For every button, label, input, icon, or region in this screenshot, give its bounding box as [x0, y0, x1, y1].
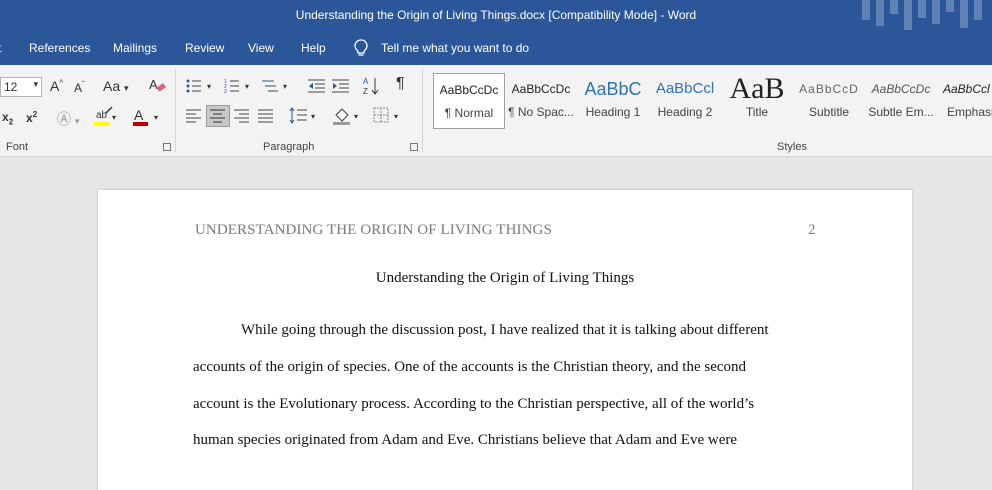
font-group-label: Font [6, 141, 29, 153]
change-case-button[interactable]: Aa ▾ [103, 78, 129, 94]
svg-text:Z: Z [363, 87, 368, 96]
page-number: 2 [808, 222, 816, 238]
svg-text:▾: ▾ [283, 82, 287, 91]
borders-icon[interactable]: ▾ [373, 107, 403, 125]
paragraph-dialog-launcher-icon[interactable] [410, 143, 418, 151]
style-sample: AaBbCcl [943, 82, 990, 96]
sort-icon[interactable]: AZ [363, 76, 379, 96]
clear-formatting-icon[interactable]: A [148, 76, 166, 94]
ribbon-tabs: t References Mailings Review View Help T… [0, 32, 992, 65]
tab-view[interactable]: View [248, 41, 274, 55]
tab-layout[interactable]: t [0, 41, 1, 55]
align-left-icon[interactable] [186, 109, 202, 123]
style-no-spacing[interactable]: AaBbCcDc ¶ No Spac... [505, 73, 577, 129]
align-right-icon[interactable] [234, 109, 250, 123]
chevron-down-icon: ▾ [33, 79, 38, 89]
style-name: Heading 2 [657, 105, 713, 119]
line-spacing-icon[interactable]: ▾ [289, 107, 319, 125]
document-title[interactable]: Understanding the Origin of Living Thing… [98, 270, 912, 287]
style-subtle-emphasis[interactable]: AaBbCcDc Subtle Em... [865, 73, 937, 129]
style-sample: AaBbCcDc [871, 82, 931, 96]
grow-font-icon[interactable]: A^ [50, 78, 63, 94]
font-dialog-launcher-icon[interactable] [163, 143, 171, 151]
ribbon: 12 ▾ A^ Aˇ Aa ▾ A x2 x2 Ⓐ ▾ ab ▾ A ▾ Font … [0, 65, 992, 157]
group-divider [422, 69, 423, 153]
lightbulb-icon[interactable] [354, 39, 368, 57]
style-subtitle[interactable]: AaBbCcD Subtitle [793, 73, 865, 129]
tab-mailings[interactable]: Mailings [113, 41, 157, 55]
svg-text:▾: ▾ [394, 112, 398, 121]
svg-text:ab: ab [96, 110, 108, 121]
style-name: Heading 1 [585, 105, 641, 119]
superscript-icon[interactable]: x2 [26, 110, 37, 125]
style-sample: AaBbC [584, 79, 642, 99]
show-formatting-marks-icon[interactable]: ¶ [396, 75, 405, 93]
bullets-icon[interactable]: ▾ [186, 78, 216, 94]
svg-text:▾: ▾ [354, 112, 358, 121]
font-size-value: 12 [4, 80, 18, 94]
style-normal[interactable]: AaBbCcDc ¶ Normal [433, 73, 505, 129]
style-heading-2[interactable]: AaBbCcl Heading 2 [649, 73, 721, 129]
style-sample: AaB [729, 73, 785, 105]
justify-icon[interactable] [258, 109, 274, 123]
style-name: Subtitle [808, 105, 850, 119]
title-bar: Understanding the Origin of Living Thing… [0, 0, 992, 32]
svg-text:A: A [149, 77, 158, 92]
style-sample: AaBbCcDc [439, 83, 499, 97]
highlight-color-icon[interactable]: ab ▾ [94, 107, 118, 127]
style-sample: AaBbCcD [799, 82, 859, 96]
tell-me-search[interactable]: Tell me what you want to do [381, 41, 529, 55]
window-title: Understanding the Origin of Living Thing… [295, 8, 697, 22]
numbering-icon[interactable]: 1 2 3 ▾ [224, 78, 254, 94]
titlebar-decoration [862, 0, 982, 30]
svg-text:A: A [134, 107, 144, 123]
styles-group-label: Styles [777, 141, 807, 153]
style-name: Title [745, 105, 769, 119]
running-header: UNDERSTANDING THE ORIGIN OF LIVING THING… [195, 222, 552, 238]
multilevel-list-icon[interactable]: ▾ [262, 78, 292, 94]
paragraph-group-label: Paragraph [263, 141, 315, 153]
style-name: ¶ No Spac... [508, 105, 574, 119]
font-size-box[interactable]: 12 ▾ [0, 77, 42, 97]
svg-text:A: A [363, 77, 369, 86]
body-line[interactable]: account is the Evolutionary process. Acc… [193, 396, 754, 413]
font-color-icon[interactable]: A ▾ [133, 107, 161, 127]
decrease-indent-icon[interactable] [308, 78, 326, 94]
body-line[interactable]: While going through the discussion post,… [241, 322, 769, 339]
tab-references[interactable]: References [29, 41, 90, 55]
style-sample: AaBbCcl [655, 80, 715, 97]
svg-text:▾: ▾ [245, 82, 249, 91]
align-center-icon[interactable] [206, 105, 230, 127]
body-line[interactable]: accounts of the origin of species. One o… [193, 359, 746, 376]
svg-text:▾: ▾ [207, 82, 211, 91]
document-canvas[interactable]: UNDERSTANDING THE ORIGIN OF LIVING THING… [0, 157, 992, 490]
style-heading-1[interactable]: AaBbC Heading 1 [577, 73, 649, 129]
style-name: Emphasis [947, 105, 992, 119]
style-name: Subtle Em... [868, 105, 934, 119]
increase-indent-icon[interactable] [332, 78, 350, 94]
body-line[interactable]: human species originated from Adam and E… [193, 432, 737, 449]
text-effects-icon[interactable]: Ⓐ ▾ [57, 109, 79, 129]
change-case-label: Aa [103, 78, 121, 94]
tab-review[interactable]: Review [185, 41, 224, 55]
shrink-font-icon[interactable]: Aˇ [74, 80, 85, 95]
style-name: ¶ Normal [444, 106, 494, 120]
document-page[interactable]: UNDERSTANDING THE ORIGIN OF LIVING THING… [98, 190, 912, 490]
svg-text:▾: ▾ [311, 112, 315, 121]
shading-icon[interactable]: ▾ [333, 107, 363, 125]
svg-text:▾: ▾ [112, 113, 116, 122]
group-divider [175, 69, 176, 153]
style-title[interactable]: AaB Title [721, 73, 793, 129]
svg-text:▾: ▾ [154, 113, 158, 122]
svg-text:3: 3 [224, 89, 227, 94]
subscript-icon[interactable]: x2 [2, 110, 13, 126]
style-sample: AaBbCcDc [511, 82, 571, 96]
tab-help[interactable]: Help [301, 41, 326, 55]
style-emphasis[interactable]: AaBbCcl Emphasis [937, 73, 992, 129]
